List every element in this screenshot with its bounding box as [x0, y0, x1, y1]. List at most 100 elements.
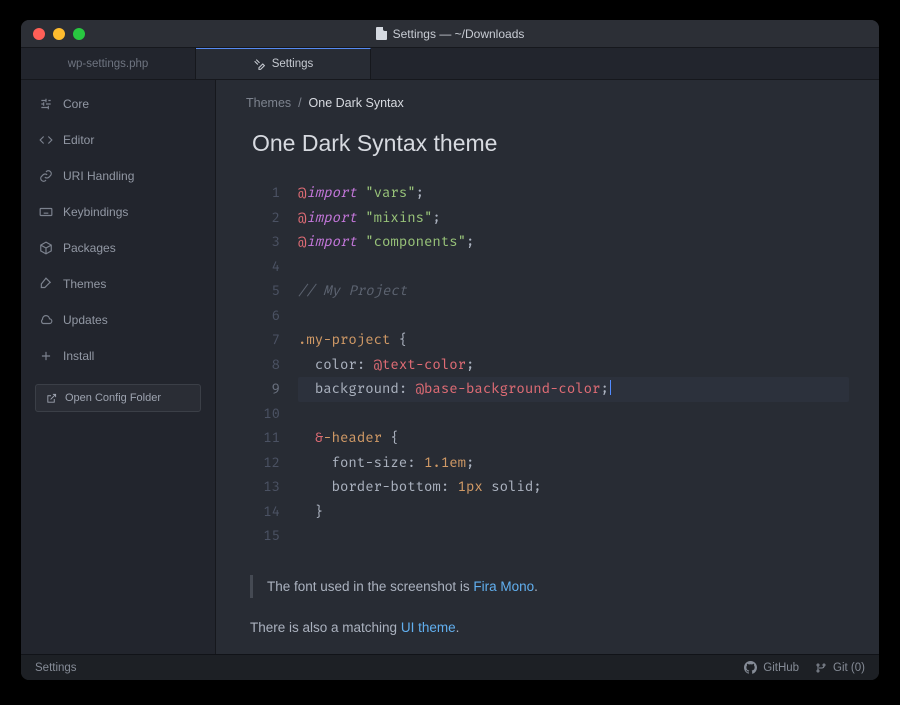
code-line: 7.my-project { — [246, 328, 849, 353]
sidebar-item-themes[interactable]: Themes — [21, 266, 215, 302]
ui-theme-pre: There is also a matching — [250, 620, 401, 635]
code-content: @import "vars"; — [298, 181, 849, 206]
minimize-window-button[interactable] — [53, 28, 65, 40]
line-number: 6 — [246, 304, 298, 329]
close-window-button[interactable] — [33, 28, 45, 40]
sidebar-item-install[interactable]: Install — [21, 338, 215, 374]
github-icon — [744, 661, 757, 674]
line-number: 13 — [246, 475, 298, 500]
line-number: 10 — [246, 402, 298, 427]
ui-theme-note: There is also a matching UI theme. — [250, 620, 849, 635]
line-number: 15 — [246, 524, 298, 549]
tab-settings[interactable]: Settings — [196, 48, 371, 79]
sidebar-item-core[interactable]: Core — [21, 86, 215, 122]
code-content: border-bottom: 1px solid; — [298, 475, 849, 500]
sidebar-item-label: Core — [63, 97, 89, 111]
sidebar-item-updates[interactable]: Updates — [21, 302, 215, 338]
code-line: 14 } — [246, 500, 849, 525]
line-number: 4 — [246, 255, 298, 280]
code-content: background: @base-background-color; — [298, 377, 849, 402]
window-title-text: Settings — ~/Downloads — [393, 27, 525, 41]
sidebar-item-label: Themes — [63, 277, 106, 291]
line-number: 11 — [246, 426, 298, 451]
code-content — [298, 304, 849, 329]
code-content: color: @text-color; — [298, 353, 849, 378]
tab-wp-settings[interactable]: wp-settings.php — [21, 48, 196, 79]
breadcrumb-sep: / — [295, 96, 309, 110]
code-icon — [39, 133, 53, 147]
status-git-label: Git (0) — [833, 662, 865, 674]
breadcrumb: Themes / One Dark Syntax — [246, 96, 849, 110]
ui-theme-link[interactable]: UI theme — [401, 620, 456, 635]
titlebar: Settings — ~/Downloads — [21, 20, 879, 48]
breadcrumb-parent[interactable]: Themes — [246, 96, 291, 110]
keyboard-icon — [39, 205, 53, 219]
font-note-post: . — [534, 579, 538, 594]
editor-tabs: wp-settings.php Settings — [21, 48, 879, 80]
cloud-icon — [39, 313, 53, 327]
settings-sidebar: Core Editor URI Handling Keybindings Pac… — [21, 80, 216, 654]
code-line: 12 font-size: 1.1em; — [246, 451, 849, 476]
sidebar-item-packages[interactable]: Packages — [21, 230, 215, 266]
traffic-lights — [33, 28, 85, 40]
line-number: 5 — [246, 279, 298, 304]
text-cursor — [610, 380, 611, 395]
code-line: 3@import "components"; — [246, 230, 849, 255]
font-note: The font used in the screenshot is Fira … — [250, 575, 849, 598]
open-config-folder-button[interactable]: Open Config Folder — [35, 384, 201, 412]
external-link-icon — [46, 393, 57, 404]
status-github-label: GitHub — [763, 662, 799, 674]
sidebar-item-editor[interactable]: Editor — [21, 122, 215, 158]
sidebar-item-label: Editor — [63, 133, 94, 147]
code-preview: 1@import "vars";2@import "mixins";3@impo… — [246, 181, 849, 549]
code-content — [298, 402, 849, 427]
line-number: 9 — [246, 377, 298, 402]
status-settings-label: Settings — [35, 662, 77, 674]
code-line: 5// My Project — [246, 279, 849, 304]
ui-theme-post: . — [456, 620, 460, 635]
status-git[interactable]: Git (0) — [815, 662, 865, 674]
code-line: 2@import "mixins"; — [246, 206, 849, 231]
status-settings[interactable]: Settings — [35, 662, 77, 674]
line-number: 8 — [246, 353, 298, 378]
code-content — [298, 524, 849, 549]
code-line: 9 background: @base-background-color; — [246, 377, 849, 402]
code-line: 4 — [246, 255, 849, 280]
code-line: 1@import "vars"; — [246, 181, 849, 206]
tab-label: Settings — [272, 58, 314, 70]
settings-content: Themes / One Dark Syntax One Dark Syntax… — [216, 80, 879, 654]
page-title: One Dark Syntax theme — [252, 130, 849, 157]
sidebar-item-label: Install — [63, 349, 94, 363]
line-number: 3 — [246, 230, 298, 255]
fira-mono-link[interactable]: Fira Mono — [473, 579, 534, 594]
code-content: } — [298, 500, 849, 525]
line-number: 2 — [246, 206, 298, 231]
window-title: Settings — ~/Downloads — [21, 27, 879, 41]
code-content: @import "mixins"; — [298, 206, 849, 231]
config-button-label: Open Config Folder — [65, 392, 161, 404]
link-icon — [39, 169, 53, 183]
line-number: 7 — [246, 328, 298, 353]
line-number: 1 — [246, 181, 298, 206]
code-line: 11 &-header { — [246, 426, 849, 451]
status-github[interactable]: GitHub — [744, 661, 799, 674]
line-number: 12 — [246, 451, 298, 476]
sidebar-item-keybindings[interactable]: Keybindings — [21, 194, 215, 230]
code-line: 13 border-bottom: 1px solid; — [246, 475, 849, 500]
code-content: &-header { — [298, 426, 849, 451]
tools-icon — [253, 58, 266, 71]
code-content: .my-project { — [298, 328, 849, 353]
sliders-icon — [39, 97, 53, 111]
code-line: 15 — [246, 524, 849, 549]
app-window: Settings — ~/Downloads wp-settings.php S… — [21, 20, 879, 680]
font-note-pre: The font used in the screenshot is — [267, 579, 473, 594]
git-branch-icon — [815, 662, 827, 674]
sidebar-item-uri[interactable]: URI Handling — [21, 158, 215, 194]
package-icon — [39, 241, 53, 255]
sidebar-item-label: Updates — [63, 313, 108, 327]
file-icon — [376, 27, 387, 40]
code-content: // My Project — [298, 279, 849, 304]
line-number: 14 — [246, 500, 298, 525]
maximize-window-button[interactable] — [73, 28, 85, 40]
status-bar: Settings GitHub Git (0) — [21, 654, 879, 680]
